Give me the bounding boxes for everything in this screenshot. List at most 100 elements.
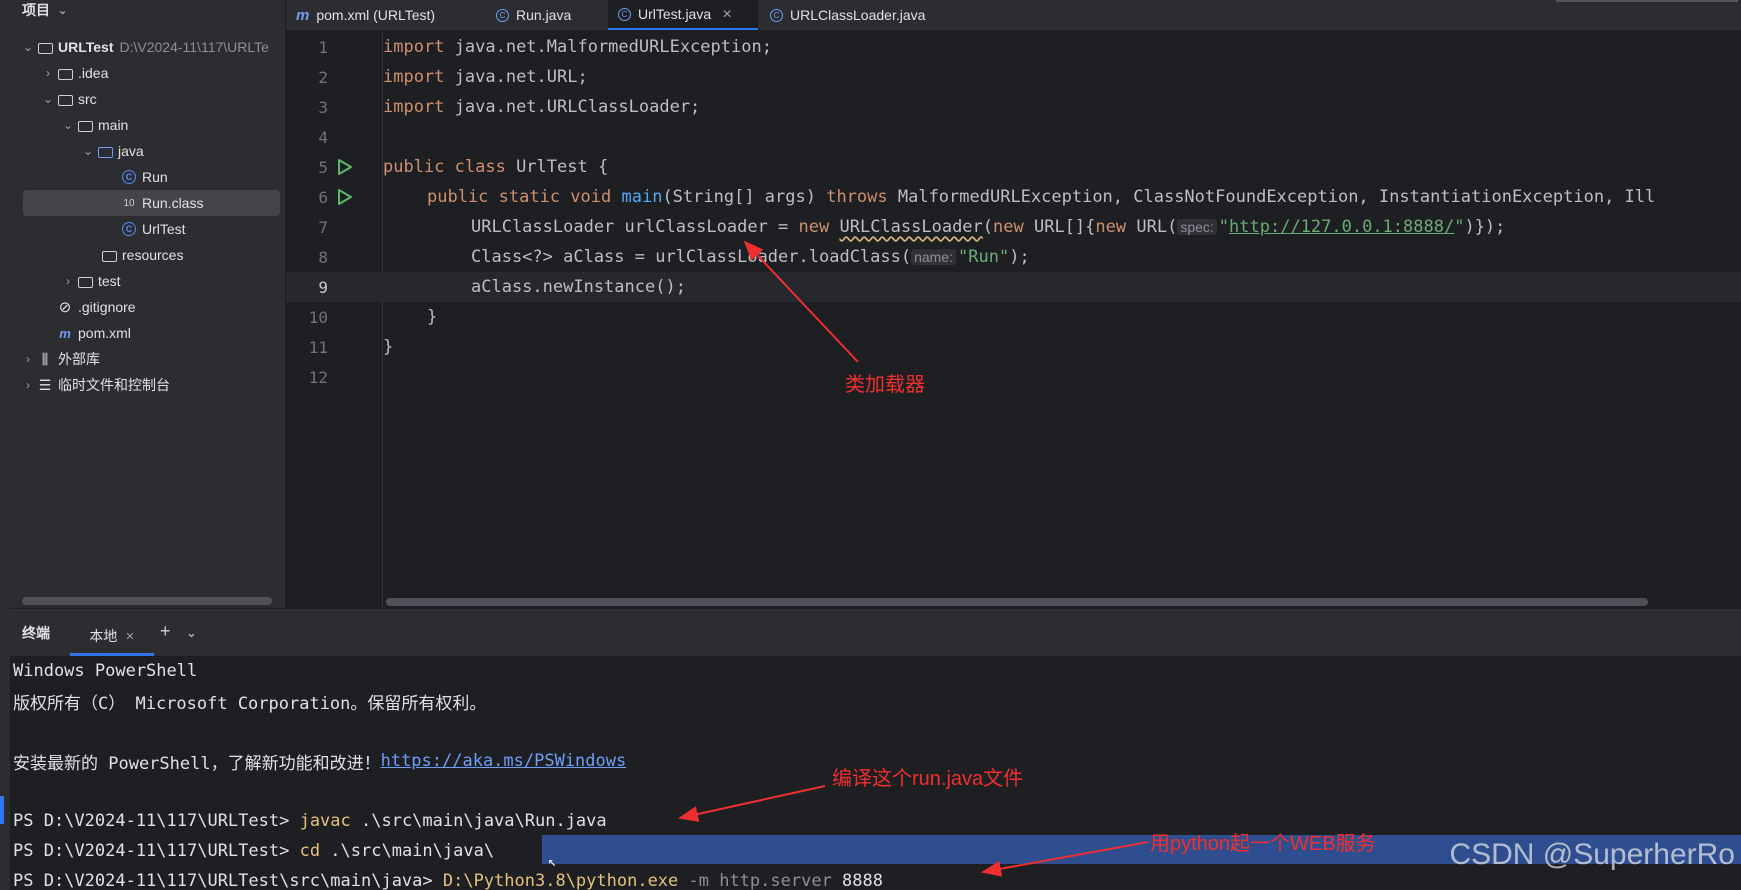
code-line: 2 import java.net.URL; bbox=[286, 62, 1741, 92]
url-string[interactable]: http://127.0.0.1:8888/ bbox=[1229, 217, 1454, 237]
code-text: URL( bbox=[1126, 217, 1178, 237]
chevron-down-icon[interactable]: ⌄ bbox=[186, 625, 197, 641]
tab-scroll-indicator bbox=[1556, 0, 1738, 2]
tree-item-label: src bbox=[78, 91, 97, 107]
editor-tab-bar: m pom.xml (URLTest) C Run.java C UrlTest… bbox=[286, 0, 1741, 31]
tree-item-test[interactable]: › test bbox=[60, 268, 320, 294]
tab-label: pom.xml (URLTest) bbox=[316, 7, 436, 23]
terminal-link[interactable]: https://aka.ms/PSWindows bbox=[381, 751, 627, 771]
tab-label: Run.java bbox=[516, 7, 572, 23]
tree-item-label: 临时文件和控制台 bbox=[58, 377, 170, 393]
terminal-text: 版权所有（C） Microsoft Corporation。保留所有权利。 bbox=[13, 693, 487, 714]
tree-item-external-libraries[interactable]: › ⫼ 外部库 bbox=[20, 346, 280, 372]
horizontal-scrollbar[interactable] bbox=[22, 597, 272, 605]
code-line: 4 bbox=[286, 122, 1741, 152]
resources-folder-icon bbox=[100, 247, 118, 263]
keyword: new bbox=[993, 217, 1024, 237]
tab-label: URLClassLoader.java bbox=[790, 7, 926, 23]
tree-item-label: test bbox=[98, 273, 121, 289]
code-line: 12 bbox=[286, 362, 1741, 392]
run-icon[interactable] bbox=[334, 157, 354, 177]
terminal-text: .\src\main\java\ bbox=[320, 841, 495, 861]
line-number: 4 bbox=[318, 127, 328, 147]
method-name: main bbox=[621, 187, 663, 207]
library-icon: ⫼ bbox=[41, 350, 49, 367]
class-icon: C bbox=[120, 169, 138, 185]
tree-item-label: pom.xml bbox=[78, 325, 131, 341]
chevron-down-icon: ⌄ bbox=[22, 40, 34, 54]
tab-urlclassloader-java[interactable]: C URLClassLoader.java bbox=[760, 0, 960, 30]
tree-item-label: Run bbox=[142, 169, 168, 185]
code-text: MalformedURLException, ClassNotFoundExce… bbox=[887, 187, 1656, 207]
terminal-prompt: PS D:\V2024-11\117\URLTest> bbox=[13, 811, 300, 831]
terminal-tab-local[interactable]: 本地 ✕ bbox=[70, 617, 154, 655]
terminal-text: .\src\main\java\Run.java bbox=[350, 811, 607, 831]
scratches-icon: ☰ bbox=[38, 376, 52, 393]
code-line: 3 import java.net.URLClassLoader; bbox=[286, 92, 1741, 122]
terminal-line: PS D:\V2024-11\117\URLTest> cd .\src\mai… bbox=[13, 836, 494, 866]
terminal-line: 安装最新的 PowerShell，了解新功能和改进！ https://aka.ms… bbox=[13, 746, 626, 776]
line-number: 12 bbox=[308, 367, 328, 387]
code-text: } bbox=[427, 307, 438, 327]
code-line: 8 Class<?> aClass = urlClassLoader.loadC… bbox=[286, 242, 1741, 272]
code-line: 1 import java.net.MalformedURLException; bbox=[286, 32, 1741, 62]
tree-item-run-class[interactable]: 10 Run.class bbox=[23, 190, 280, 216]
code-editor[interactable]: 1 import java.net.MalformedURLException;… bbox=[286, 31, 1741, 608]
chevron-down-icon: ⌄ bbox=[62, 118, 74, 132]
code-text: ); bbox=[1009, 247, 1030, 267]
tab-urltest-java[interactable]: C UrlTest.java ✕ bbox=[608, 0, 758, 30]
chevron-down-icon: ⌄ bbox=[58, 4, 68, 17]
run-icon[interactable] bbox=[334, 187, 354, 207]
terminal-title: 终端 bbox=[22, 625, 50, 641]
project-header[interactable]: 项目 ⌄ bbox=[22, 0, 67, 20]
line-number: 1 bbox=[318, 37, 328, 57]
tree-item-label: UrlTest bbox=[142, 221, 186, 237]
folder-icon bbox=[56, 91, 74, 107]
tree-item-root-label: URLTest bbox=[58, 39, 114, 55]
tab-run-java[interactable]: C Run.java bbox=[486, 0, 606, 30]
terminal-number: 8888 bbox=[842, 871, 883, 890]
tree-item-root[interactable]: ⌄ URLTest D:\V2024-11\117\URLTe bbox=[20, 34, 280, 60]
code-text: )}); bbox=[1464, 217, 1506, 237]
keyword: import bbox=[383, 97, 445, 117]
project-header-label: 项目 bbox=[22, 2, 50, 18]
ignore-file-icon: ⊘ bbox=[58, 299, 72, 316]
folder-icon bbox=[76, 117, 94, 133]
tree-item-main[interactable]: ⌄ main bbox=[60, 112, 320, 138]
code-line: 10 } bbox=[286, 302, 1741, 332]
code-text: java.net.MalformedURLException; bbox=[444, 37, 772, 57]
horizontal-scrollbar[interactable] bbox=[386, 598, 1648, 606]
tree-item-src[interactable]: ⌄ src bbox=[40, 86, 300, 112]
terminal-prompt: PS D:\V2024-11\117\URLTest\src\main\java… bbox=[13, 871, 443, 890]
code-text: } bbox=[383, 337, 394, 357]
tree-item-root-path: D:\V2024-11\117\URLTe bbox=[119, 39, 269, 55]
code-text: URL[]{ bbox=[1023, 217, 1096, 237]
terminal-prompt: PS D:\V2024-11\117\URLTest> bbox=[13, 841, 300, 861]
add-icon[interactable]: + bbox=[160, 621, 171, 642]
class-icon: C bbox=[770, 8, 783, 22]
parameter-hint: spec: bbox=[1177, 219, 1217, 235]
code-line-current: 9 aClass.newInstance(); bbox=[286, 272, 1741, 302]
line-number: 6 bbox=[318, 187, 328, 207]
tree-item-pom[interactable]: m pom.xml bbox=[56, 320, 316, 346]
maven-icon: m bbox=[296, 6, 310, 24]
close-icon[interactable]: ✕ bbox=[722, 7, 732, 21]
maven-icon: m bbox=[59, 325, 71, 341]
class-icon: C bbox=[120, 221, 138, 237]
tree-item-label: java bbox=[118, 143, 144, 159]
line-number: 10 bbox=[308, 307, 328, 327]
annotation-web-server: 用python起一个WEB服务 bbox=[1150, 833, 1376, 855]
close-icon[interactable]: ✕ bbox=[125, 630, 134, 643]
tab-label: UrlTest.java bbox=[638, 6, 712, 22]
terminal-argument: -m http.server bbox=[678, 871, 843, 890]
tree-item-gitignore[interactable]: ⊘ .gitignore bbox=[56, 294, 316, 320]
tree-item-scratches[interactable]: › ☰ 临时文件和控制台 bbox=[20, 372, 280, 398]
tab-pom-xml[interactable]: m pom.xml (URLTest) bbox=[286, 0, 466, 30]
keyword: throws bbox=[826, 187, 888, 207]
mouse-cursor-icon: ↖ bbox=[548, 854, 557, 870]
tree-item-label: 外部库 bbox=[58, 351, 100, 367]
terminal-line: PS D:\V2024-11\117\URLTest\src\main\java… bbox=[13, 866, 883, 890]
code-text: URLClassLoader urlClassLoader = bbox=[471, 217, 799, 237]
tree-item-idea[interactable]: › .idea bbox=[40, 60, 300, 86]
terminal-line: PS D:\V2024-11\117\URLTest> javac .\src\… bbox=[13, 806, 607, 836]
